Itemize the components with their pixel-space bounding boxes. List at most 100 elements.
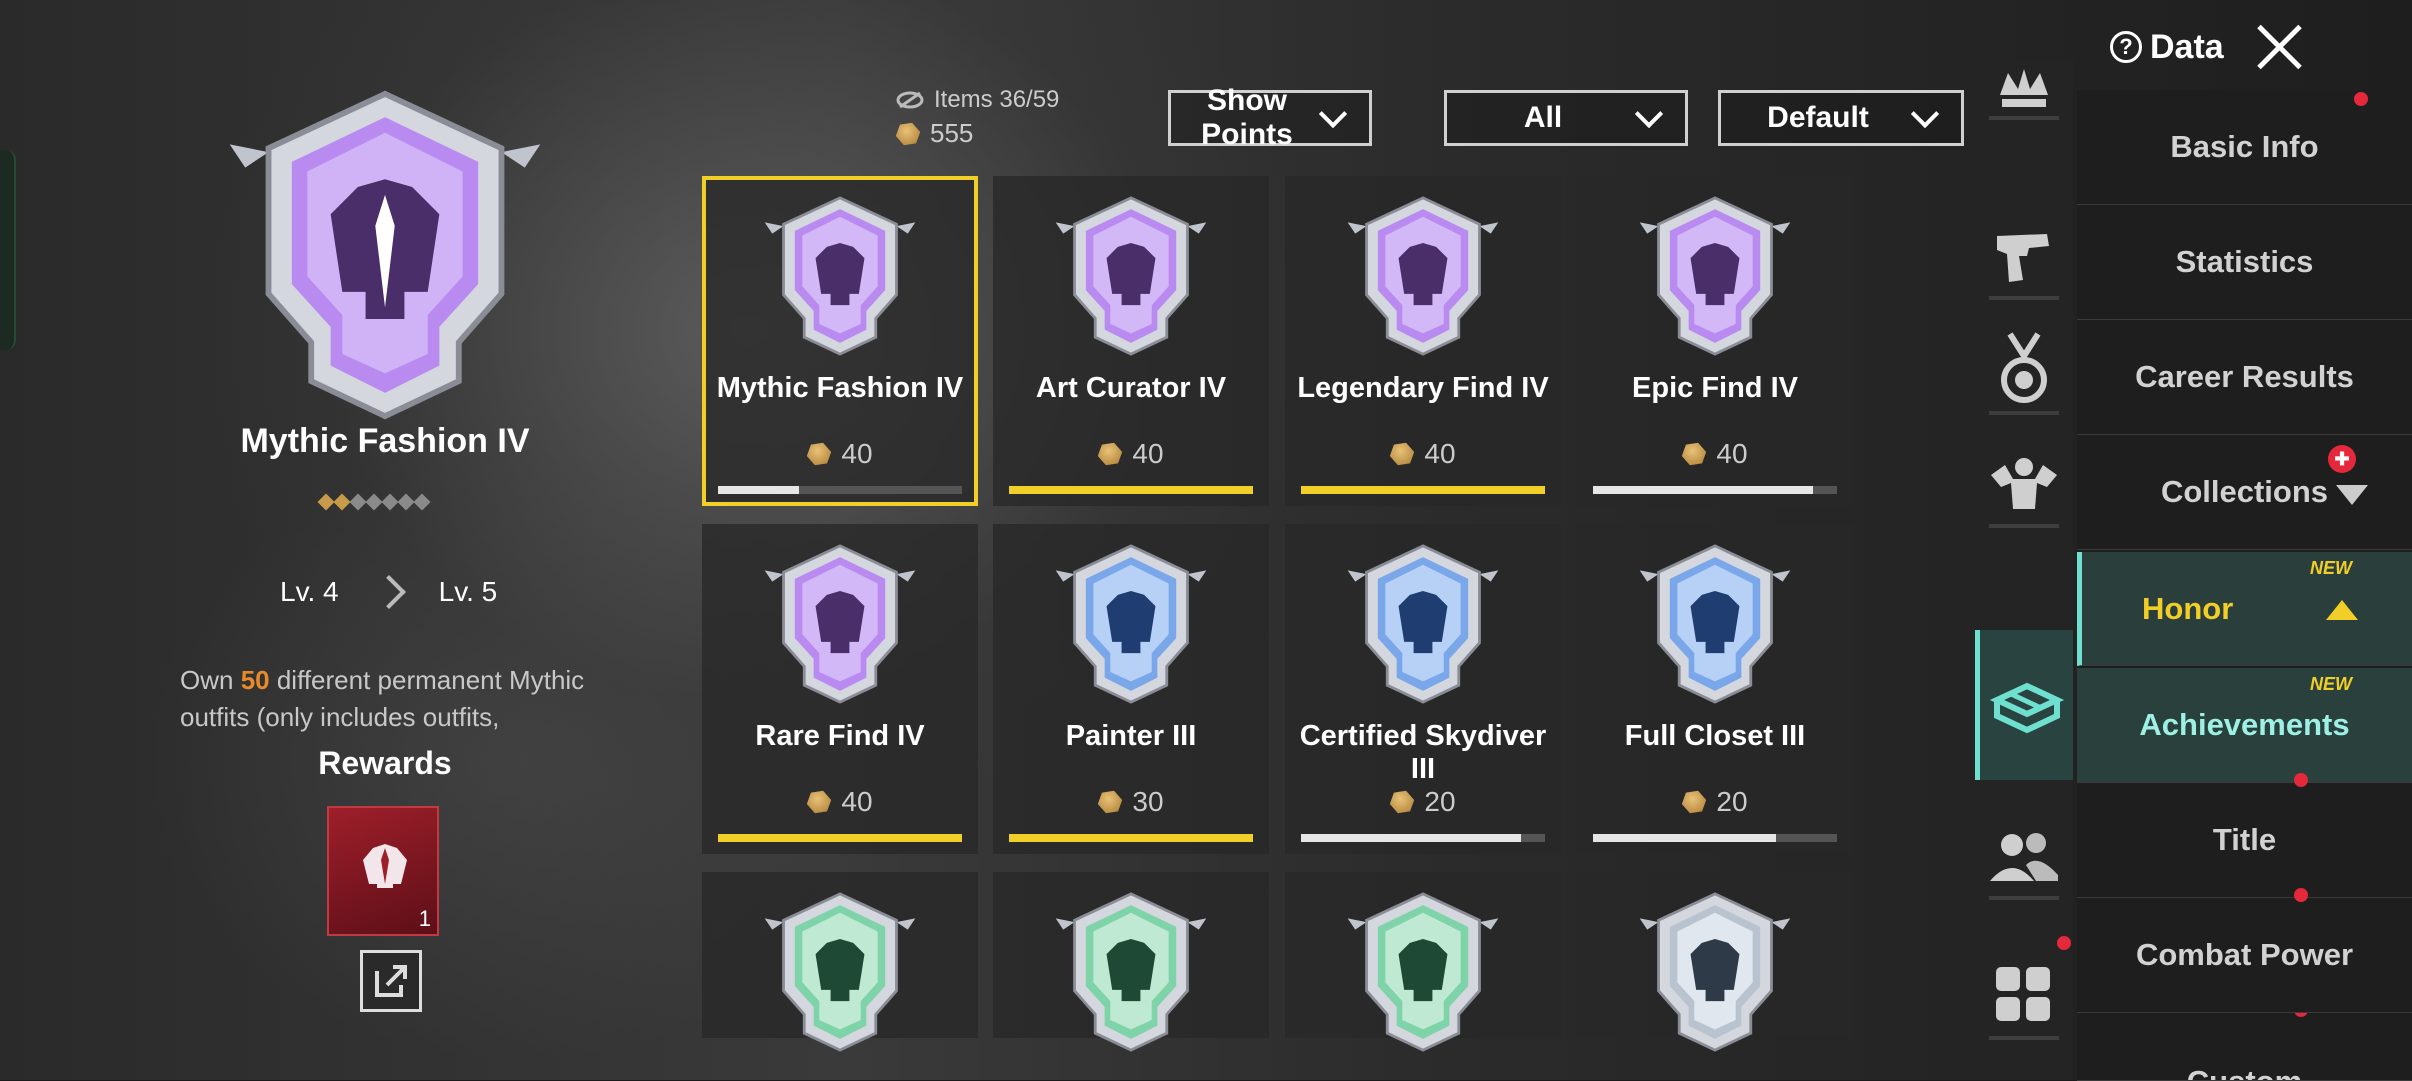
rail-divider [1989, 116, 2059, 120]
points-coin-icon [1095, 439, 1126, 470]
progress-fill [1301, 834, 1521, 842]
jacket-icon [764, 196, 916, 356]
chevron-down-icon [1634, 99, 1664, 129]
achievement-points-value: 20 [1424, 786, 1456, 817]
star-icon [365, 493, 383, 511]
points-coin-icon [1679, 439, 1710, 470]
reward-item-jacket[interactable]: 1 [327, 806, 439, 936]
achievement-name: Epic Find IV [1632, 372, 1798, 404]
rail-strength[interactable] [1975, 428, 2073, 538]
achievement-points: 40 [1285, 438, 1561, 470]
dancer-icon [764, 892, 916, 1052]
achievement-card[interactable]: Mythic Fashion IV 40 [702, 176, 978, 506]
items-count-text: Items 36/59 [934, 86, 1060, 113]
rail-weapon[interactable] [1975, 200, 2073, 310]
chevron-down-icon [1910, 99, 1940, 129]
rail-friends[interactable] [1975, 800, 2073, 910]
points-coin-icon [1679, 787, 1710, 818]
achievement-card[interactable]: Painter III 30 [993, 524, 1269, 854]
show-points-dropdown[interactable]: Show Points [1168, 84, 1372, 151]
achievement-card[interactable] [1285, 872, 1561, 1052]
achievement-points: 40 [1577, 438, 1853, 470]
achievement-card[interactable]: Epic Find IV 40 [1577, 176, 1853, 506]
rail-more[interactable] [1975, 940, 2073, 1050]
category-dropdown[interactable]: All [1444, 90, 1688, 146]
collapse-arrow-icon [2336, 485, 2368, 505]
menu-combat-power[interactable]: Combat Power [2077, 888, 2412, 1013]
data-button[interactable]: ? Data [2110, 22, 2224, 72]
achievement-name: Art Curator IV [1035, 372, 1227, 404]
achievement-card[interactable]: Art Curator IV 40 [993, 176, 1269, 506]
achievement-name: Mythic Fashion IV [716, 372, 964, 404]
achievement-name: Certified Skydiver III [1299, 720, 1547, 785]
menu-career-results[interactable]: Career Results [2077, 320, 2412, 435]
menu-statistics[interactable]: Statistics [2077, 205, 2412, 320]
show-points-label: Show Points [1201, 84, 1293, 151]
notification-dot [2354, 92, 2368, 106]
star-icon [333, 493, 351, 511]
rail-divider [1989, 411, 2059, 415]
achievement-points: 40 [702, 786, 978, 818]
jacket-icon [363, 844, 407, 888]
achievement-points-value: 40 [1424, 438, 1456, 469]
star-icon [317, 493, 335, 511]
items-count: Items 36/59 [896, 86, 1059, 114]
achievement-card[interactable]: Certified Skydiver III 20 [1285, 524, 1561, 854]
share-button[interactable] [360, 950, 422, 1012]
reward-count: 1 [418, 906, 431, 931]
menu-basic-info-label: Basic Info [2170, 129, 2319, 164]
points-coin-icon [804, 439, 835, 470]
menu-honor[interactable]: Honor NEW [2077, 552, 2412, 666]
rail-divider [1989, 896, 2059, 900]
left-edge-tab[interactable] [0, 150, 16, 350]
level-progression: Lv. 4 Lv. 5 [280, 575, 497, 609]
achievement-card[interactable] [1577, 872, 1853, 1052]
achievement-points-value: 40 [841, 786, 873, 817]
menu-career-results-label: Career Results [2135, 359, 2354, 394]
menu-achievements[interactable]: Achievements NEW [2077, 668, 2412, 783]
achievement-card[interactable] [993, 872, 1269, 1052]
new-badge: NEW [2310, 558, 2352, 578]
achievement-card[interactable] [702, 872, 978, 1052]
progress-bar [1301, 834, 1545, 842]
rail-medal[interactable] [1975, 315, 2073, 425]
star-icon [413, 493, 431, 511]
achievement-points: 20 [1285, 786, 1561, 818]
friends-icon [1990, 833, 2058, 881]
achievement-card[interactable]: Full Closet III 20 [1577, 524, 1853, 854]
achievement-card[interactable]: Legendary Find IV 40 [1285, 176, 1561, 506]
menu-custom[interactable]: Custom [2077, 1013, 2412, 1081]
achievement-name: Full Closet III [1624, 720, 1806, 752]
progress-fill [1301, 486, 1545, 494]
achievement-card[interactable]: Rare Find IV 40 [702, 524, 978, 854]
mythic-fashion-badge-large [229, 90, 541, 420]
category-rail [1975, 60, 2073, 1080]
notification-dot [2294, 773, 2308, 787]
menu-title[interactable]: Title [2077, 773, 2412, 898]
achievement-points-value: 40 [1716, 438, 1748, 469]
star-icon [381, 493, 399, 511]
current-level: Lv. 4 [280, 576, 339, 607]
expand-arrow-icon [2326, 600, 2358, 620]
jacket-icon [764, 544, 916, 704]
menu-basic-info[interactable]: Basic Info [2077, 90, 2412, 205]
menu-collections[interactable]: Collections ✚ [2077, 435, 2412, 550]
close-icon[interactable] [2255, 22, 2305, 72]
achievement-points: 40 [993, 438, 1269, 470]
rail-crown[interactable] [1975, 50, 2073, 130]
rail-collections[interactable] [1975, 630, 2073, 780]
sort-dropdown[interactable]: Default [1718, 90, 1964, 146]
points-coin-icon [1095, 787, 1126, 818]
rewards-label: Rewards [318, 745, 452, 781]
menu-honor-label: Honor [2142, 590, 2234, 626]
menu-combat-power-label: Combat Power [2135, 937, 2354, 972]
desc-highlight-number: 50 [240, 665, 270, 695]
progress-bar [1009, 486, 1253, 494]
brush-strokes-icon [1055, 196, 1207, 356]
progress-fill [1593, 834, 1776, 842]
progress-bar [1593, 834, 1837, 842]
chevron-right-icon [371, 575, 406, 609]
menu-title-label: Title [2212, 822, 2277, 857]
rail-divider [1989, 1036, 2059, 1040]
star-icon [349, 493, 367, 511]
